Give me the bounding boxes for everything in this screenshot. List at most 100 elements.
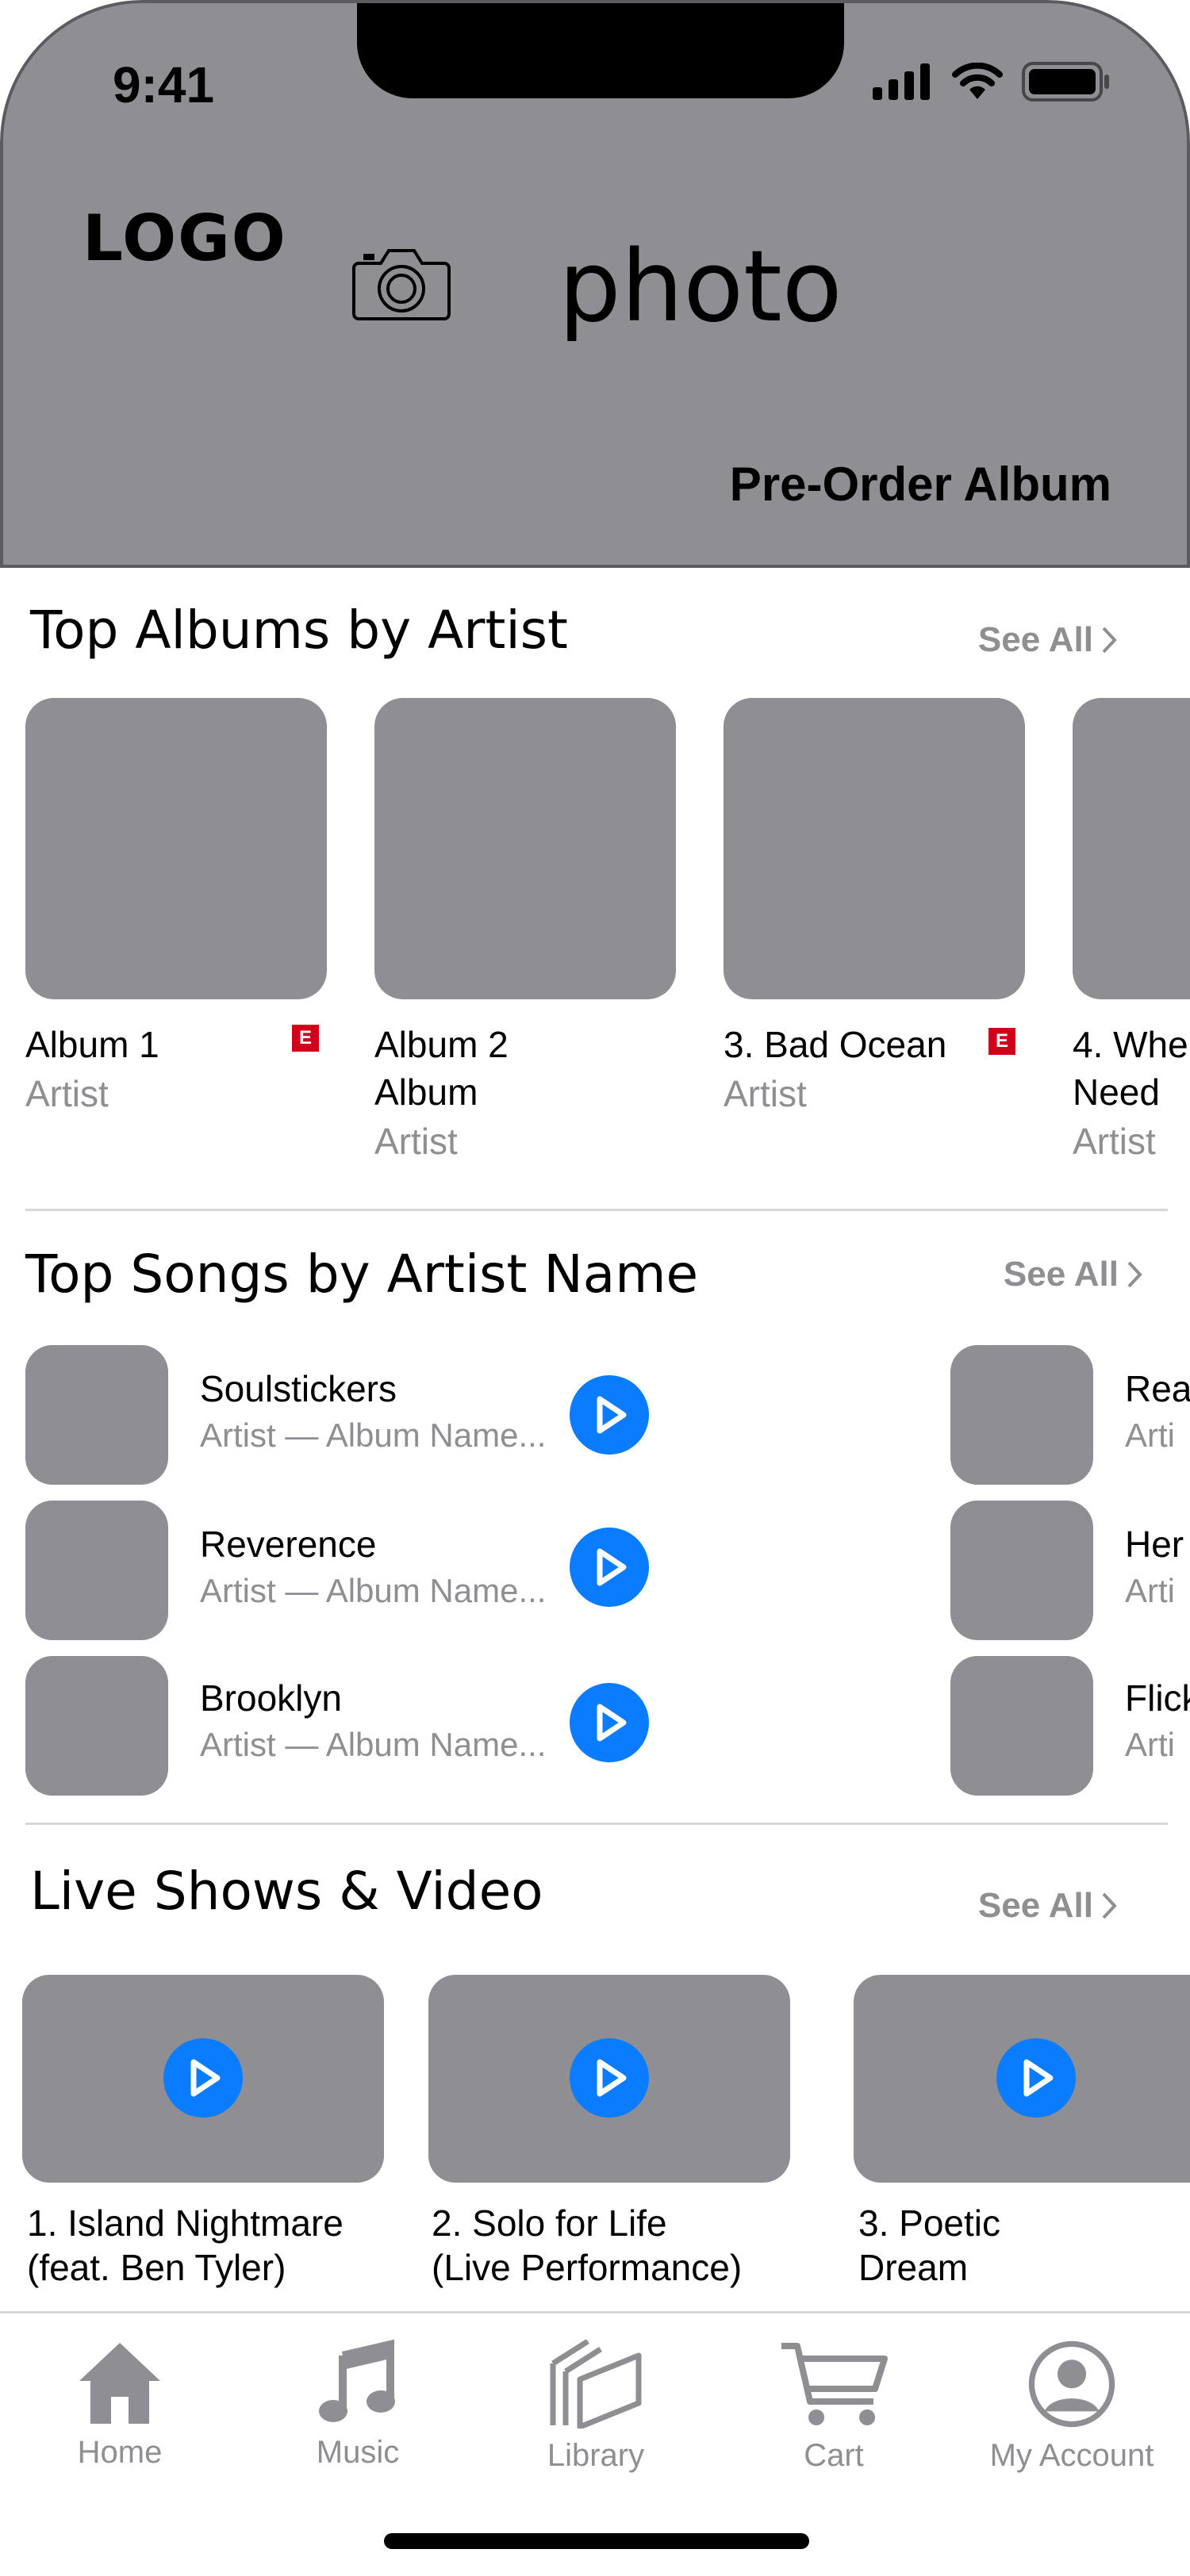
live-shows-see-all[interactable]: See All	[978, 1886, 1117, 1926]
song-subtitle-peek: Arti	[1125, 1416, 1175, 1454]
album-art	[724, 698, 1025, 999]
song-title-peek: Rea	[1125, 1368, 1190, 1409]
battery-icon	[1022, 62, 1109, 102]
album-card[interactable]: Album 2 Album Artist	[374, 698, 676, 1163]
chevron-right-icon	[1102, 627, 1117, 654]
explicit-badge: E	[988, 1028, 1015, 1055]
live-shows-title: Live Shows & Video	[30, 1861, 543, 1922]
album-card[interactable]: Album 1 Artist E	[25, 698, 327, 1115]
album-title: 3. Bad Ocean	[724, 1024, 947, 1065]
song-title: Reverence	[200, 1524, 377, 1565]
album-card[interactable]: 3. Bad Ocean Artist E	[724, 698, 1025, 1115]
tab-cart[interactable]: Cart	[735, 2340, 933, 2474]
top-albums-see-all[interactable]: See All	[978, 620, 1117, 660]
video-thumbnail[interactable]	[22, 1975, 384, 2183]
song-artwork[interactable]	[25, 1345, 168, 1485]
chevron-right-icon	[1102, 1892, 1117, 1919]
tab-my-account[interactable]: My Account	[973, 2340, 1171, 2474]
video-title-line2: (feat. Ben Tyler)	[27, 2247, 286, 2288]
see-all-label: See All	[977, 1886, 1093, 1925]
brand-logo: LOGO	[83, 201, 287, 275]
song-artwork-peek[interactable]	[950, 1656, 1093, 1796]
video-title-line1: 3. Poetic	[858, 2202, 1000, 2244]
album-title: 4. Whe	[1073, 1024, 1188, 1065]
tab-label: My Account	[989, 2438, 1154, 2473]
play-button[interactable]	[163, 2038, 243, 2118]
album-artist: Artist	[374, 1121, 458, 1162]
tab-label: Library	[547, 2438, 645, 2473]
chevron-right-icon	[1127, 1261, 1142, 1288]
section-divider	[25, 1209, 1168, 1211]
album-art	[1073, 698, 1190, 999]
album-title-line2: Need	[1073, 1071, 1160, 1113]
top-songs-see-all[interactable]: See All	[1004, 1255, 1142, 1294]
device-notch	[357, 3, 844, 98]
album-artist: Artist	[1073, 1121, 1156, 1162]
status-icons	[873, 62, 1111, 102]
tab-music[interactable]: Music	[259, 2340, 457, 2471]
tab-home[interactable]: Home	[21, 2340, 219, 2471]
song-title: Brooklyn	[200, 1677, 342, 1719]
song-title-peek: Flick	[1125, 1677, 1190, 1719]
album-title-line2: Album	[374, 1071, 478, 1113]
see-all-label: See All	[1003, 1255, 1119, 1294]
top-songs-title: Top Songs by Artist Name	[25, 1244, 699, 1305]
play-icon	[597, 1704, 627, 1742]
wifi-icon	[952, 63, 1003, 99]
video-title: 1. Island Nightmare (feat. Ben Tyler)	[27, 2201, 344, 2290]
album-card-peek[interactable]: 4. Whe Need Artist	[1073, 698, 1190, 1163]
home-icon	[79, 2343, 160, 2424]
signal-icon	[873, 63, 930, 100]
video-title-line1: 2. Solo for Life	[432, 2202, 667, 2244]
play-icon	[597, 1396, 627, 1434]
cart-icon	[781, 2343, 888, 2425]
album-art	[25, 698, 327, 999]
play-icon	[597, 2059, 627, 2097]
song-subtitle-peek: Arti	[1125, 1726, 1175, 1763]
video-thumbnail[interactable]	[428, 1975, 790, 2183]
play-button[interactable]	[570, 1528, 649, 1607]
home-indicator[interactable]	[384, 2533, 809, 2549]
song-title-peek: Her	[1125, 1524, 1184, 1565]
song-subtitle-peek: Arti	[1125, 1572, 1175, 1609]
header-banner[interactable]: 9:41 LOGO photo Pre-Order Album	[0, 0, 1190, 568]
camera-icon	[352, 241, 451, 324]
play-icon	[597, 1548, 627, 1586]
song-artwork-peek[interactable]	[950, 1501, 1093, 1640]
top-albums-title: Top Albums by Artist	[30, 600, 568, 661]
see-all-label: See All	[977, 620, 1093, 659]
tab-label: Cart	[804, 2438, 864, 2473]
play-button[interactable]	[570, 2038, 649, 2118]
play-button[interactable]	[996, 2038, 1076, 2118]
song-subtitle: Artist — Album Name...	[200, 1416, 547, 1454]
song-artwork[interactable]	[25, 1656, 168, 1796]
album-art	[374, 698, 676, 999]
explicit-badge: E	[292, 1025, 319, 1052]
album-artist: Artist	[724, 1073, 807, 1114]
preorder-album-link[interactable]: Pre-Order Album	[730, 457, 1111, 512]
play-icon	[190, 2059, 221, 2097]
tab-library[interactable]: Library	[497, 2340, 695, 2474]
app-screen: 9:41 LOGO photo Pre-Order Album Top Albu…	[0, 0, 1190, 2576]
video-title-line1: 1. Island Nightmare	[27, 2202, 344, 2244]
section-divider	[25, 1823, 1168, 1825]
video-title-line2: (Live Performance)	[432, 2247, 743, 2288]
video-thumbnail[interactable]	[854, 1975, 1190, 2183]
play-button[interactable]	[570, 1683, 649, 1762]
tab-label: Home	[77, 2435, 163, 2470]
status-time: 9:41	[113, 56, 215, 113]
photo-placeholder-label: photo	[559, 230, 843, 344]
video-title: 3. Poetic Dream	[858, 2201, 1000, 2290]
song-title: Soulstickers	[200, 1368, 397, 1409]
song-artwork-peek[interactable]	[950, 1345, 1093, 1485]
song-artwork[interactable]	[25, 1501, 168, 1640]
song-subtitle: Artist — Album Name...	[200, 1726, 547, 1763]
library-icon	[550, 2340, 642, 2428]
video-title-line2: Dream	[858, 2247, 969, 2288]
play-button[interactable]	[570, 1375, 649, 1455]
music-note-icon	[319, 2340, 395, 2422]
album-title: Album 1	[25, 1024, 159, 1065]
play-icon	[1023, 2059, 1054, 2097]
account-icon	[1028, 2340, 1115, 2428]
album-artist: Artist	[25, 1073, 109, 1114]
